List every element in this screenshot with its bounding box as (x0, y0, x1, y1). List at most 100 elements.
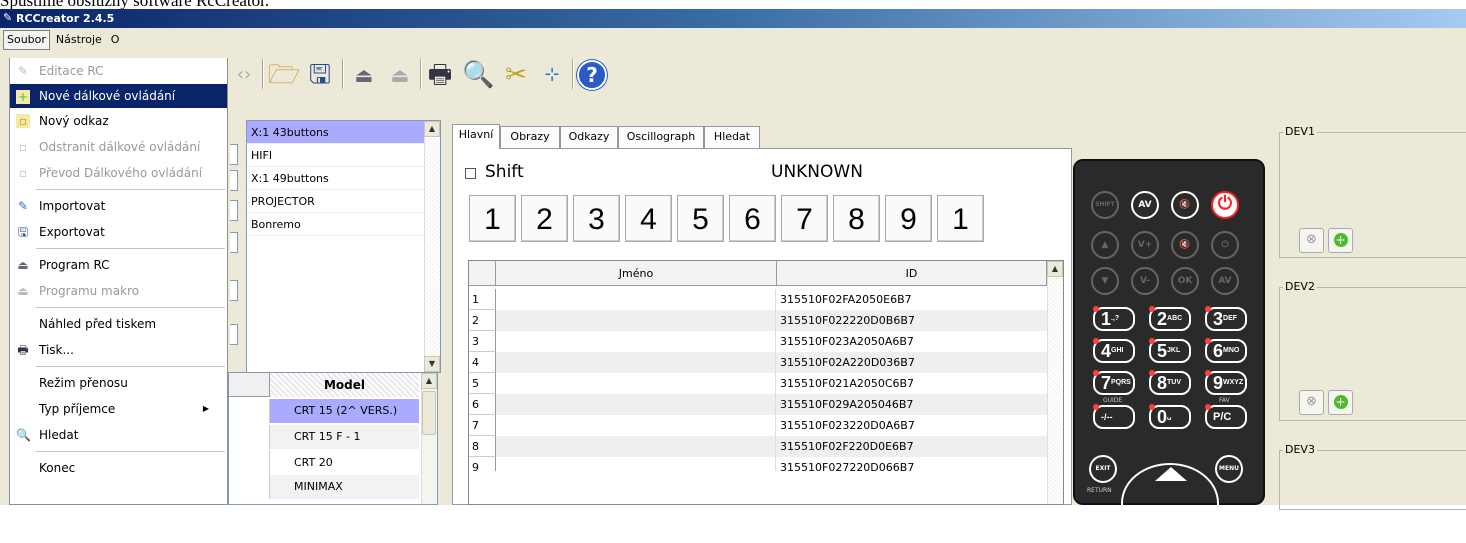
tab-hledat[interactable]: Hledat (704, 126, 760, 148)
cell-name[interactable] (496, 310, 776, 331)
field-edge[interactable] (230, 170, 238, 191)
tab-odkazy[interactable]: Odkazy (560, 126, 618, 148)
cell-name[interactable] (496, 331, 776, 352)
tab-oscillograph[interactable]: Oscillograph (618, 126, 704, 148)
table-row[interactable]: 1 315510F02FA2050E6B7 (469, 289, 1047, 310)
remote-up-button[interactable]: ▲ (1091, 231, 1119, 259)
cell-id[interactable]: 315510F022220D0B6B7 (777, 310, 1047, 331)
number-button[interactable]: 2 (521, 195, 568, 242)
remote-list-item[interactable]: HIFI (247, 144, 440, 167)
remote-av-button[interactable]: AV (1131, 191, 1159, 219)
menu-item-edit-rc[interactable]: ✎ Editace RC (10, 58, 227, 84)
search-icon[interactable]: 🔍 (462, 59, 494, 91)
tools-icon[interactable]: ✂ (500, 59, 532, 91)
remote-key[interactable]: 3DEF (1205, 306, 1247, 331)
program-macro-icon[interactable]: ⏏ (384, 59, 416, 91)
save-icon[interactable]: 🖫 (304, 59, 336, 91)
remote-key[interactable]: 7PQRS (1093, 370, 1135, 395)
menu-item-new-remote[interactable]: + Nové dálkové ovládání (10, 84, 227, 108)
menu-soubor[interactable]: Soubor (3, 30, 50, 50)
remove-device-icon[interactable]: ⊗ (1299, 390, 1324, 415)
mute-icon[interactable]: 🔇 (1171, 191, 1199, 219)
remote-list-scrollbar[interactable] (424, 121, 440, 372)
remote-ok-button[interactable]: OK (1171, 267, 1199, 295)
code-grid-scrollbar[interactable] (1047, 261, 1063, 504)
menu-item-export[interactable]: 🖫 Exportovat (10, 219, 227, 245)
tab-obrazy[interactable]: Obrazy (500, 126, 560, 148)
remote-key[interactable]: P/C (1205, 404, 1247, 429)
menu-item-import[interactable]: ✎ Importovat (10, 193, 227, 219)
remote-list-item[interactable]: Bonremo (247, 213, 440, 236)
number-button[interactable]: 7 (781, 195, 828, 242)
column-header-name[interactable]: Jméno (496, 261, 777, 286)
field-edge[interactable] (230, 280, 238, 301)
number-button[interactable]: 6 (729, 195, 776, 242)
resize-icon[interactable]: ⊹ (536, 59, 568, 91)
remote-vol-down-button[interactable]: V- (1131, 267, 1159, 295)
table-row[interactable]: 6 315510F029A205046B7 (469, 394, 1047, 415)
menu-nastroje[interactable]: Nástroje (53, 29, 105, 51)
field-edge[interactable] (230, 232, 238, 253)
power-icon[interactable]: ⏻ (1211, 191, 1239, 219)
table-row[interactable]: 2 315510F022220D0B6B7 (469, 310, 1047, 331)
dpad-up-icon[interactable] (1155, 467, 1187, 481)
field-edge[interactable] (230, 144, 238, 165)
back-icon[interactable]: ‹› (228, 59, 260, 91)
shift-checkbox[interactable] (465, 168, 476, 179)
number-button[interactable]: 8 (833, 195, 880, 242)
remote-list-item[interactable]: X:1 49buttons (247, 167, 440, 190)
mute-icon[interactable]: 🔇 (1171, 231, 1199, 259)
remote-key[interactable]: -/-- (1093, 404, 1135, 429)
remove-device-icon[interactable]: ⊗ (1299, 228, 1324, 253)
table-row[interactable]: 8 315510F02F220D0E6B7 (469, 436, 1047, 457)
cell-id[interactable]: 315510F021A2050C6B7 (777, 373, 1047, 394)
open-folder-icon[interactable]: 🗁 (268, 59, 300, 91)
remote-key[interactable]: 4GHI (1093, 338, 1135, 363)
number-button[interactable]: 4 (625, 195, 672, 242)
help-icon[interactable]: ? (576, 59, 608, 91)
remote-list-item[interactable]: X:1 43buttons (247, 121, 440, 144)
remote-exit-button[interactable]: EXIT (1089, 455, 1117, 483)
remote-key[interactable]: 0␣ (1149, 404, 1191, 429)
add-device-icon[interactable]: + (1328, 228, 1353, 253)
scroll-up-icon[interactable]: ▲ (1047, 261, 1063, 277)
model-row[interactable]: CRT 20 (269, 451, 419, 475)
add-device-icon[interactable]: + (1328, 390, 1353, 415)
remote-key[interactable]: 1.,? (1093, 306, 1135, 331)
menu-item-search[interactable]: 🔍 Hledat (10, 422, 227, 448)
remote-key[interactable]: 8TUV (1149, 370, 1191, 395)
program-rc-icon[interactable]: ⏏ (348, 59, 380, 91)
remote-down-button[interactable]: ▼ (1091, 267, 1119, 295)
table-row[interactable]: 3 315510F023A2050A6B7 (469, 331, 1047, 352)
remote-vol-up-button[interactable]: V+ (1131, 231, 1159, 259)
scroll-up-icon[interactable]: ▲ (421, 373, 437, 389)
number-button[interactable]: 1 (937, 195, 984, 242)
menu-item-program-rc[interactable]: ⏏ Program RC (10, 252, 227, 278)
menu-item-convert-remote[interactable]: ▫ Převod Dálkového ovládání (10, 160, 227, 186)
menu-item-print-preview[interactable]: Náhled před tiskem (10, 311, 227, 337)
cell-name[interactable] (496, 289, 776, 310)
model-row[interactable]: CRT 15 F - 1 (269, 425, 419, 449)
menu-item-transfer-mode[interactable]: Režim přenosu (10, 370, 227, 396)
menu-item-print[interactable]: 🖶 Tisk... (10, 337, 227, 363)
cell-name[interactable] (496, 436, 776, 457)
remote-key[interactable]: 6MNO (1205, 338, 1247, 363)
model-row[interactable]: CRT 15 (2^ VERS.) (269, 399, 419, 423)
remote-key[interactable]: 9WXYZ (1205, 370, 1247, 395)
table-row[interactable]: 5 315510F021A2050C6B7 (469, 373, 1047, 394)
menu-item-exit[interactable]: Konec (10, 455, 227, 481)
menu-item-new-link[interactable]: ▫ Nový odkaz (10, 108, 227, 134)
print-icon[interactable]: 🖶 (424, 59, 456, 91)
remote-shift-button[interactable]: SHIFT (1091, 191, 1119, 219)
table-row[interactable]: 9 315510F027220D066B7 (469, 457, 1047, 471)
number-button[interactable]: 5 (677, 195, 724, 242)
model-column-header[interactable]: Model (269, 373, 419, 397)
menu-item-receiver-type[interactable]: Typ příjemce ▶ (10, 396, 227, 422)
number-button[interactable]: 9 (885, 195, 932, 242)
remote-av2-button[interactable]: AV (1211, 267, 1239, 295)
remote-menu-button[interactable]: MENU (1215, 455, 1243, 483)
number-button[interactable]: 3 (573, 195, 620, 242)
power-icon[interactable]: ⏻ (1211, 231, 1239, 259)
scroll-down-icon[interactable]: ▼ (424, 356, 440, 372)
cell-id[interactable]: 315510F029A205046B7 (777, 394, 1047, 415)
